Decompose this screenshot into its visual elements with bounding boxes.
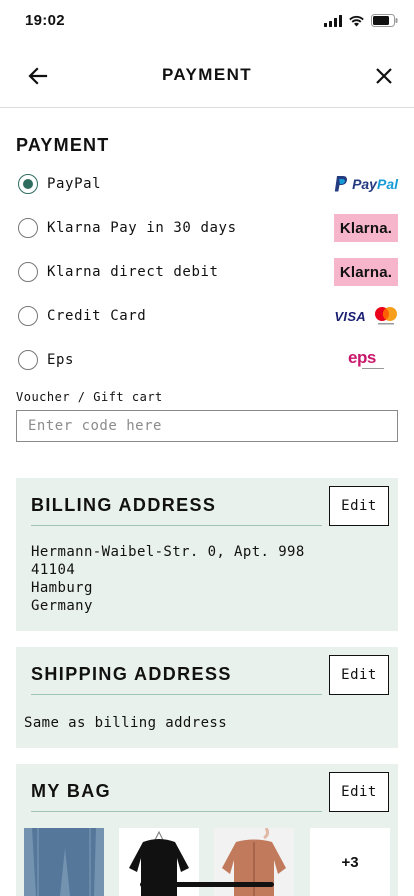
wifi-icon <box>349 15 364 26</box>
voucher-label: Voucher / Gift cart <box>16 390 163 404</box>
paypal-logo-text: PayPal <box>352 176 398 192</box>
payment-option-label: PayPal <box>47 176 102 192</box>
eps-logo-text: eps <box>348 348 376 367</box>
radio-credit-card[interactable] <box>18 306 38 326</box>
battery-icon <box>371 14 398 27</box>
payment-option-label: Klarna Pay in 30 days <box>47 220 237 236</box>
billing-address-card: BILLING ADDRESS Edit Hermann-Waibel-Str.… <box>16 478 398 631</box>
close-icon[interactable] <box>372 64 396 88</box>
eps-logo-underline <box>362 368 384 369</box>
payment-option-credit-card[interactable]: Credit Card VISA <box>18 302 398 330</box>
home-indicator <box>140 882 274 887</box>
payment-option-eps[interactable]: Eps eps <box>18 346 398 374</box>
billing-address-line: Germany <box>31 598 93 614</box>
billing-address-text: Hermann-Waibel-Str. 0, Apt. 998 41104 Ha… <box>31 543 305 615</box>
payment-option-label: Eps <box>47 352 75 368</box>
nav-bar: PAYMENT <box>0 52 414 108</box>
bag-item-jeans[interactable] <box>24 828 104 896</box>
shipping-address-title: SHIPPING ADDRESS <box>31 664 232 684</box>
bag-more-items[interactable]: +3 <box>310 828 390 896</box>
shipping-address-text: Same as billing address <box>24 715 228 731</box>
billing-address-line: Hamburg <box>31 580 93 596</box>
my-bag-title: MY BAG <box>31 781 112 801</box>
jeans-image <box>24 828 104 896</box>
shipping-address-card: SHIPPING ADDRESS Edit Same as billing ad… <box>16 647 398 748</box>
mastercard-icon <box>375 307 397 325</box>
billing-edit-button[interactable]: Edit <box>329 486 389 526</box>
status-bar: 19:02 <box>0 0 414 44</box>
visa-logo-text: VISA <box>334 308 366 324</box>
payment-option-klarna-debit[interactable]: Klarna direct debit Klarna. <box>18 258 398 286</box>
page-title: PAYMENT <box>161 65 253 84</box>
klarna-logo-text: Klarna. <box>334 258 398 286</box>
klarna-logo: Klarna. <box>334 214 398 242</box>
billing-divider <box>31 525 322 526</box>
radio-klarna-debit[interactable] <box>18 262 38 282</box>
klarna-logo: Klarna. <box>334 258 398 286</box>
billing-address-title: BILLING ADDRESS <box>31 495 217 515</box>
radio-paypal[interactable] <box>18 174 38 194</box>
billing-address-line: 41104 <box>31 562 76 578</box>
radio-klarna-30[interactable] <box>18 218 38 238</box>
klarna-logo-text: Klarna. <box>334 214 398 242</box>
payment-option-label: Credit Card <box>47 308 147 324</box>
shipping-divider <box>31 694 322 695</box>
radio-eps[interactable] <box>18 350 38 370</box>
status-time: 19:02 <box>25 12 65 29</box>
signal-icon <box>324 14 342 27</box>
payment-option-label: Klarna direct debit <box>47 264 219 280</box>
billing-address-line: Hermann-Waibel-Str. 0, Apt. 998 <box>31 544 305 560</box>
payment-section-title: PAYMENT <box>16 135 110 155</box>
eps-logo: eps <box>346 346 398 374</box>
my-bag-divider <box>31 811 322 812</box>
paypal-logo: PayPal <box>334 170 398 198</box>
shipping-edit-button[interactable]: Edit <box>329 655 389 695</box>
visa-mastercard-logo: VISA <box>334 302 398 330</box>
bag-edit-button[interactable]: Edit <box>329 772 389 812</box>
payment-option-paypal[interactable]: PayPal PayPal <box>18 170 398 198</box>
voucher-input[interactable] <box>16 410 398 442</box>
payment-option-klarna-30[interactable]: Klarna Pay in 30 days Klarna. <box>18 214 398 242</box>
status-icons <box>324 14 398 27</box>
paypal-p-icon <box>334 176 348 192</box>
